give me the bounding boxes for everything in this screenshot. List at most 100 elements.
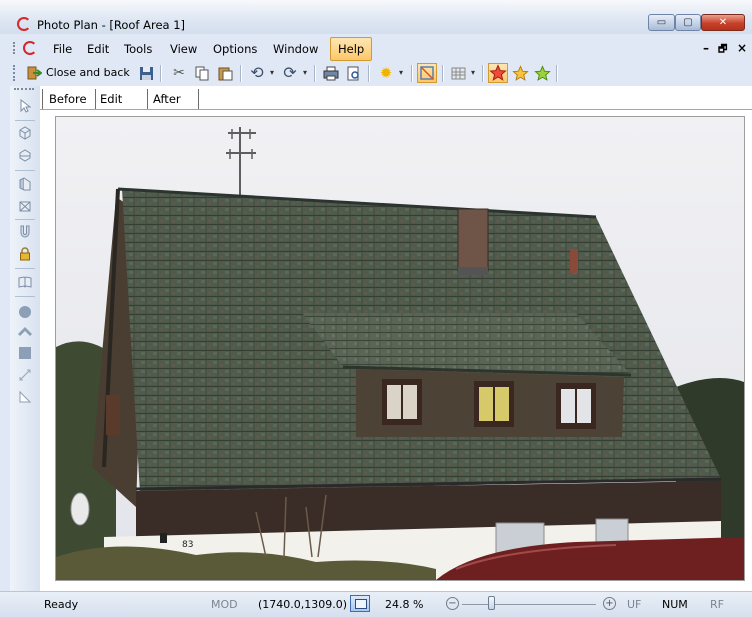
- status-zoom: 24.8 %: [385, 598, 424, 611]
- menu-tools[interactable]: Tools: [124, 42, 152, 56]
- dormer-roof: [302, 313, 631, 375]
- gable-shutter: [106, 395, 120, 435]
- toolstrip-grip[interactable]: [14, 88, 34, 90]
- roof-chevron-icon[interactable]: [16, 322, 34, 340]
- toolbar-separator: [442, 65, 444, 82]
- star-green-icon[interactable]: [533, 64, 551, 82]
- paste-icon[interactable]: [216, 64, 234, 82]
- undo-icon[interactable]: ⟲: [248, 64, 266, 82]
- star-red-icon: [489, 64, 507, 81]
- tool-separator: [15, 296, 35, 297]
- star-orange-icon[interactable]: [511, 64, 529, 82]
- app-logo-icon: [17, 17, 31, 31]
- wall-icon[interactable]: [16, 175, 34, 193]
- toolbar-separator: [556, 65, 558, 82]
- undo-dropdown-arrow[interactable]: ▾: [270, 68, 274, 77]
- brightness-icon[interactable]: ✹: [377, 64, 395, 82]
- triangle-icon[interactable]: [16, 388, 34, 406]
- tab-divider: [198, 89, 199, 109]
- measure-line-icon[interactable]: [16, 366, 34, 384]
- toolbar-separator: [411, 65, 413, 82]
- menubar-grip[interactable]: [13, 42, 17, 54]
- cut-icon[interactable]: ✂: [170, 64, 188, 82]
- tab-before[interactable]: Before: [49, 89, 95, 109]
- lock-icon[interactable]: [16, 245, 34, 263]
- status-uf: UF: [627, 598, 642, 611]
- menu-bar: File Edit Tools View Options Window Help…: [0, 36, 752, 61]
- toolbar: Close and back ✂ ⟲ ▾ ⟳ ▾ ✹ ▾ ▾: [0, 60, 752, 86]
- house-photo: 83: [56, 117, 744, 580]
- maximize-button[interactable]: ▢: [675, 14, 701, 31]
- zoom-slider-thumb[interactable]: [488, 596, 496, 610]
- view-tabs: Before Edit After: [40, 86, 752, 110]
- book-icon[interactable]: [16, 273, 34, 291]
- zoom-in-button[interactable]: +: [603, 597, 616, 610]
- tab-after[interactable]: After: [153, 89, 201, 109]
- star-red-toggle[interactable]: [488, 63, 508, 83]
- menu-view[interactable]: View: [170, 42, 197, 56]
- minimize-button[interactable]: ▭: [648, 14, 675, 31]
- redo-icon[interactable]: ⟳: [281, 64, 299, 82]
- zoom-out-button[interactable]: −: [446, 597, 459, 610]
- box-3d-icon[interactable]: [16, 124, 34, 142]
- chimney-base: [458, 267, 488, 275]
- toolbar-separator: [240, 65, 242, 82]
- close-button[interactable]: ✕: [701, 14, 745, 31]
- zoom-fit-icon[interactable]: [350, 595, 370, 612]
- print-icon[interactable]: [322, 64, 340, 82]
- satellite-dish: [70, 492, 90, 526]
- frame-toggle-icon[interactable]: [417, 63, 437, 83]
- tool-separator: [15, 120, 35, 121]
- house-number: 83: [182, 540, 193, 550]
- print-preview-icon[interactable]: [344, 64, 362, 82]
- grid-dropdown-arrow[interactable]: ▾: [471, 68, 475, 77]
- chimney: [457, 208, 489, 272]
- brightness-dropdown-arrow[interactable]: ▾: [399, 68, 403, 77]
- menu-file[interactable]: File: [53, 42, 72, 56]
- menu-edit[interactable]: Edit: [87, 42, 109, 56]
- wall-lamp: [160, 533, 167, 543]
- tab-divider: [95, 89, 96, 109]
- menu-window[interactable]: Window: [273, 42, 318, 56]
- menu-help[interactable]: Help: [330, 37, 373, 61]
- toolbar-separator: [160, 65, 162, 82]
- close-and-back-icon[interactable]: [25, 64, 43, 82]
- status-mod: MOD: [211, 598, 238, 611]
- tab-divider: [42, 89, 43, 109]
- tab-edit[interactable]: Edit: [100, 89, 144, 109]
- mdi-restore-button[interactable]: 🗗: [718, 42, 727, 59]
- menu-app-icon[interactable]: [23, 41, 37, 55]
- status-bar: Ready MOD (1740.0,1309.0) 24.8 % − + UF …: [0, 591, 752, 617]
- box-cut-icon[interactable]: [16, 146, 34, 164]
- zoom-slider[interactable]: [462, 604, 596, 605]
- circle-icon[interactable]: [16, 303, 34, 321]
- tool-strip: [10, 86, 41, 591]
- mdi-close-button[interactable]: ×: [737, 41, 747, 55]
- dormer-windows: [382, 379, 596, 429]
- tool-separator: [15, 219, 35, 220]
- tool-separator: [15, 170, 35, 171]
- magnet-icon[interactable]: [16, 223, 34, 241]
- save-icon[interactable]: [137, 64, 155, 82]
- document-area: Before Edit After 83: [40, 86, 752, 591]
- toolbar-separator: [314, 65, 316, 82]
- square-icon[interactable]: [16, 344, 34, 362]
- photo-canvas[interactable]: 83: [55, 116, 745, 581]
- status-coordinates: (1740.0,1309.0): [258, 598, 348, 611]
- status-ready: Ready: [44, 598, 79, 611]
- mdi-minimize-button[interactable]: –: [703, 41, 709, 55]
- title-bar: Photo Plan - [Roof Area 1] ▭ ▢ ✕: [0, 0, 752, 34]
- select-arrow-icon[interactable]: [16, 97, 34, 115]
- status-num: NUM: [662, 598, 688, 611]
- roof-box-icon[interactable]: [16, 197, 34, 215]
- tool-separator: [15, 268, 35, 269]
- tab-divider: [147, 89, 148, 109]
- status-rf: RF: [710, 598, 724, 611]
- copy-icon[interactable]: [193, 64, 211, 82]
- menu-options[interactable]: Options: [213, 42, 257, 56]
- redo-dropdown-arrow[interactable]: ▾: [303, 68, 307, 77]
- grid-icon[interactable]: [449, 64, 467, 82]
- close-and-back-label[interactable]: Close and back: [46, 66, 130, 79]
- toolbar-grip[interactable]: [13, 65, 17, 81]
- window-title: Photo Plan - [Roof Area 1]: [37, 18, 186, 32]
